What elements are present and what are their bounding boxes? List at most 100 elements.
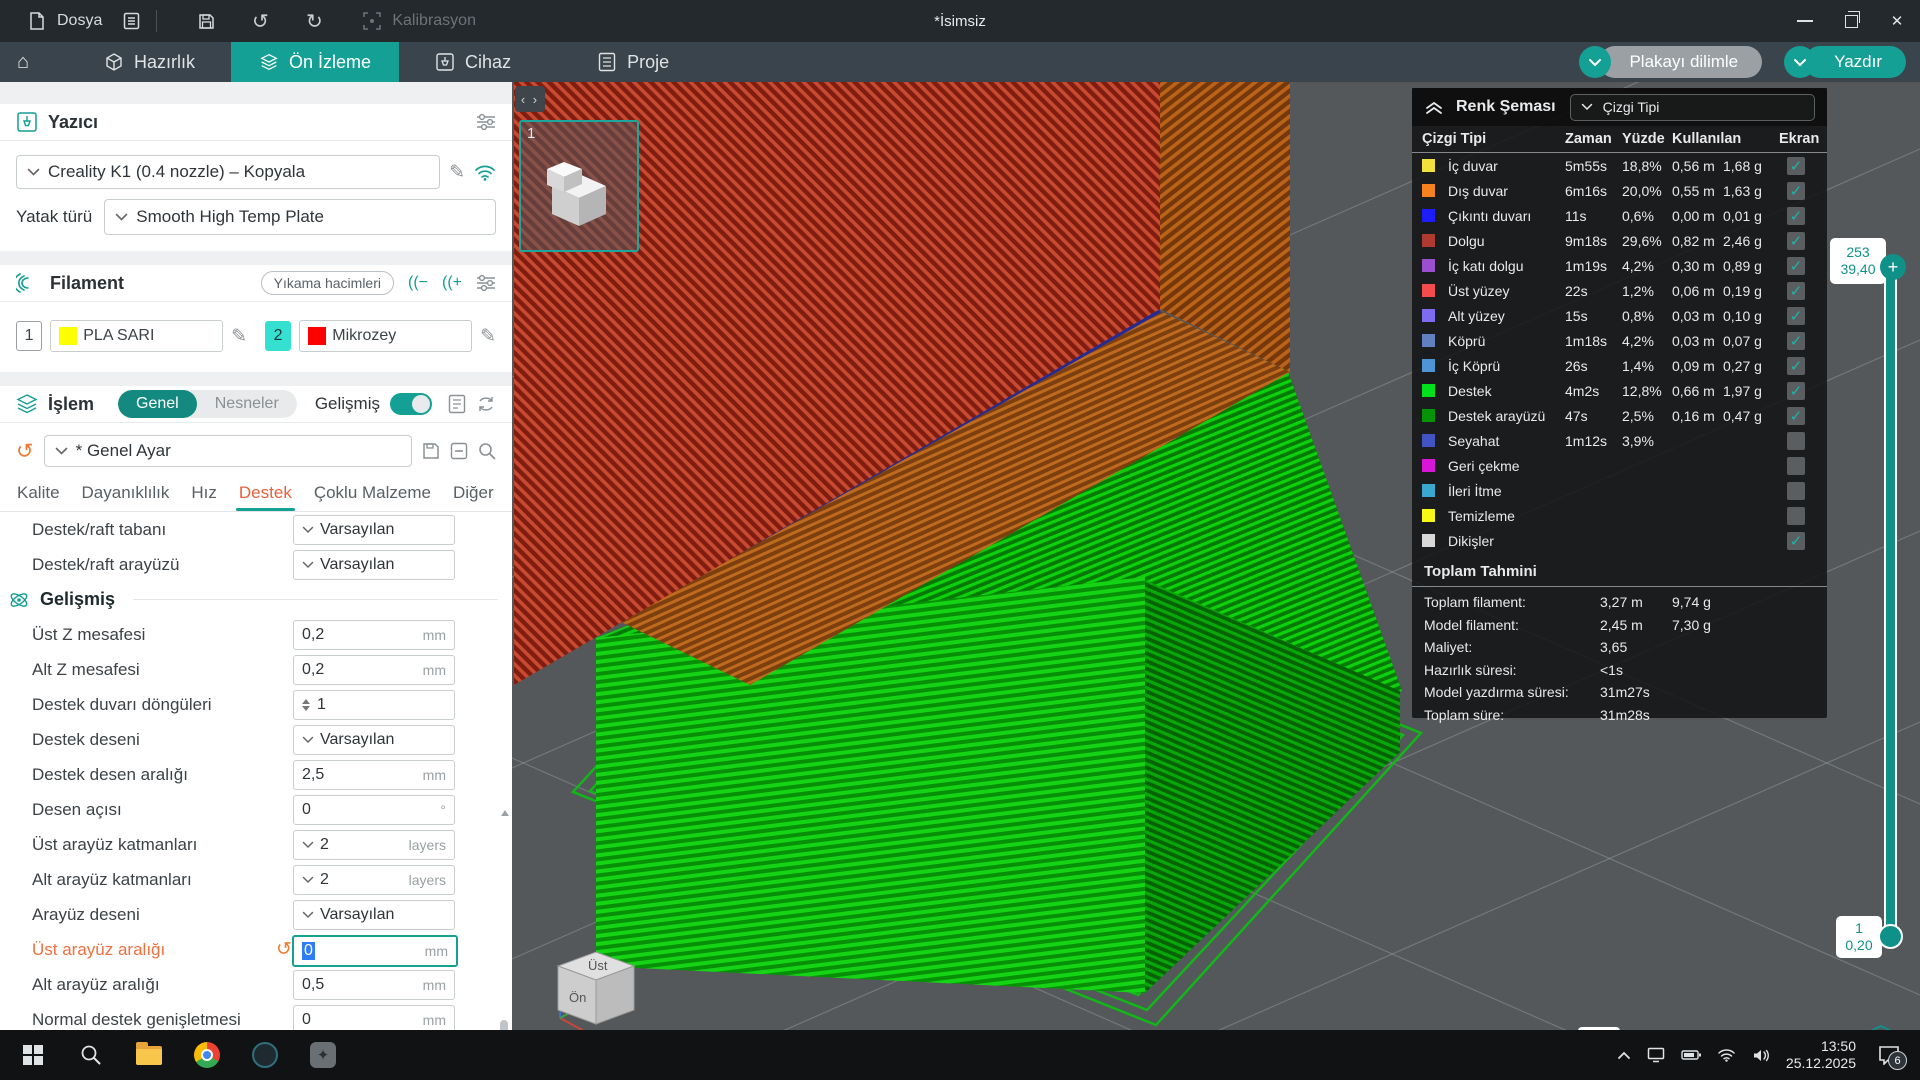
setting-control[interactable]: 0,5mm <box>293 970 455 1000</box>
setting-control[interactable]: Varsayılan <box>293 900 455 930</box>
setting-control[interactable]: 2layers <box>293 865 455 895</box>
setting-control[interactable]: 1 <box>293 690 455 720</box>
preset-select[interactable]: * Genel Ayar <box>44 435 412 467</box>
collapse-legend-icon[interactable] <box>1424 99 1444 115</box>
flush-volumes-button[interactable]: Yıkama hacimleri <box>261 271 394 295</box>
save-preset-icon[interactable] <box>422 442 440 460</box>
minimize-button[interactable] <box>1782 0 1828 42</box>
advanced-toggle[interactable] <box>390 393 432 415</box>
tray-pc-icon[interactable] <box>1647 1047 1665 1063</box>
setting-reset-icon[interactable]: ↺ <box>276 938 292 961</box>
calibration-menu[interactable]: Kalibrasyon <box>349 0 486 42</box>
undo-icon[interactable]: ↺ <box>247 8 273 34</box>
tray-volume-icon[interactable] <box>1752 1048 1770 1063</box>
tab-preview[interactable]: Ön İzleme <box>231 42 399 82</box>
edit-filament-1-icon[interactable]: ✎ <box>231 325 247 348</box>
tab-prepare[interactable]: Hazırlık <box>76 42 223 82</box>
notification-center-icon[interactable]: 6 <box>1878 1045 1900 1065</box>
display-checkbox[interactable] <box>1787 432 1805 450</box>
tray-chevron-icon[interactable] <box>1617 1051 1631 1060</box>
display-checkbox[interactable]: ✓ <box>1787 332 1805 350</box>
display-checkbox[interactable] <box>1787 482 1805 500</box>
setting-control[interactable]: 0mm <box>292 935 458 967</box>
scroll-up-icon[interactable] <box>501 810 509 816</box>
tab-objects[interactable]: Nesneler <box>197 390 297 418</box>
sync-preset-icon[interactable] <box>476 394 496 414</box>
layer-slider-knob[interactable] <box>1878 924 1903 949</box>
setting-control[interactable]: 2,5mm <box>293 760 455 790</box>
settings-scrollbar[interactable] <box>500 810 509 1030</box>
preset-reset-icon[interactable]: ↺ <box>16 439 34 464</box>
delete-preset-icon[interactable] <box>450 442 468 460</box>
legend-mode-select[interactable]: Çizgi Tipi <box>1570 94 1815 121</box>
preset-list-icon[interactable] <box>448 394 466 414</box>
spinner-icon[interactable] <box>302 699 310 711</box>
setting-control[interactable]: Varsayılan <box>293 550 455 580</box>
recent-files-icon[interactable] <box>118 8 144 34</box>
slice-plate-button[interactable]: Plakayı dilimle <box>1579 46 1762 78</box>
remove-filament-icon[interactable]: ((− <box>408 274 428 292</box>
display-checkbox[interactable]: ✓ <box>1787 307 1805 325</box>
spinner-down-icon[interactable] <box>302 706 310 711</box>
setting-control[interactable]: 0,2mm <box>293 655 455 685</box>
setting-control[interactable]: 2layers <box>293 830 455 860</box>
add-filament-icon[interactable]: ((+ <box>442 274 462 292</box>
display-checkbox[interactable]: ✓ <box>1787 407 1805 425</box>
redo-icon[interactable]: ↻ <box>301 8 327 34</box>
setting-control[interactable]: 0,2mm <box>293 620 455 650</box>
wifi-icon[interactable] <box>474 164 496 181</box>
display-checkbox[interactable]: ✓ <box>1787 207 1805 225</box>
display-checkbox[interactable]: ✓ <box>1787 232 1805 250</box>
printer-select[interactable]: Creality K1 (0.4 nozzle) – Kopyala <box>16 155 440 189</box>
browser-app-icon[interactable] <box>248 1038 282 1072</box>
display-checkbox[interactable]: ✓ <box>1787 282 1805 300</box>
setting-control[interactable]: Varsayılan <box>293 515 455 545</box>
scrollbar-thumb[interactable] <box>500 1020 508 1030</box>
tray-wifi-icon[interactable] <box>1717 1048 1736 1062</box>
restore-button[interactable] <box>1828 0 1874 42</box>
filament-2-field[interactable]: Mikrozey <box>299 320 472 352</box>
layer-slider-track[interactable] <box>1884 272 1897 944</box>
spinner-up-icon[interactable] <box>302 699 310 704</box>
tray-battery-icon[interactable] <box>1681 1049 1701 1061</box>
printer-tune-icon[interactable] <box>476 113 496 131</box>
taskbar-clock[interactable]: 13:50 25.12.2025 <box>1786 1038 1856 1072</box>
edit-printer-icon[interactable]: ✎ <box>449 161 465 184</box>
file-explorer-icon[interactable] <box>132 1038 166 1072</box>
setting-tab-hız[interactable]: Hız <box>180 483 228 511</box>
bed-type-select[interactable]: Smooth High Temp Plate <box>104 199 496 235</box>
layer-slider-plus-icon[interactable]: + <box>1880 254 1906 280</box>
filament-2-index[interactable]: 2 <box>265 321 291 351</box>
print-button[interactable]: Yazdır <box>1784 46 1906 78</box>
edit-filament-2-icon[interactable]: ✎ <box>480 325 496 348</box>
setting-control[interactable]: 0° <box>293 795 455 825</box>
view-cube[interactable]: Üst Ön <box>538 940 658 1030</box>
search-icon[interactable] <box>478 442 496 460</box>
filament-1-field[interactable]: PLA SARI <box>50 320 223 352</box>
display-checkbox[interactable]: ✓ <box>1787 532 1805 550</box>
setting-tab-çoklu malzeme[interactable]: Çoklu Malzeme <box>303 483 442 511</box>
display-checkbox[interactable]: ✓ <box>1787 257 1805 275</box>
setting-tab-destek[interactable]: Destek <box>228 483 303 511</box>
setting-tab-dayanıklılık[interactable]: Dayanıklılık <box>71 483 181 511</box>
display-checkbox[interactable] <box>1787 507 1805 525</box>
collapse-panel-handle[interactable]: ‹ › <box>515 86 545 112</box>
taskbar-search-icon[interactable] <box>74 1038 108 1072</box>
setting-tab-diğer[interactable]: Diğer <box>442 483 505 511</box>
chrome-icon[interactable] <box>190 1038 224 1072</box>
close-button[interactable]: ✕ <box>1874 0 1920 42</box>
setting-control[interactable]: 0mm <box>293 1005 455 1030</box>
filament-tune-icon[interactable] <box>476 274 496 292</box>
tab-project[interactable]: Proje <box>569 42 697 82</box>
save-icon[interactable] <box>193 8 219 34</box>
display-checkbox[interactable]: ✓ <box>1787 157 1805 175</box>
filament-1-index[interactable]: 1 <box>16 321 42 351</box>
setting-control[interactable]: Varsayılan <box>293 725 455 755</box>
file-menu[interactable]: Dosya <box>14 0 112 42</box>
display-checkbox[interactable]: ✓ <box>1787 357 1805 375</box>
plate-thumbnail[interactable]: 1 <box>519 120 639 252</box>
start-button[interactable] <box>16 1038 50 1072</box>
tab-global[interactable]: Genel <box>118 390 197 418</box>
tab-device[interactable]: Cihaz <box>407 42 539 82</box>
display-checkbox[interactable] <box>1787 457 1805 475</box>
